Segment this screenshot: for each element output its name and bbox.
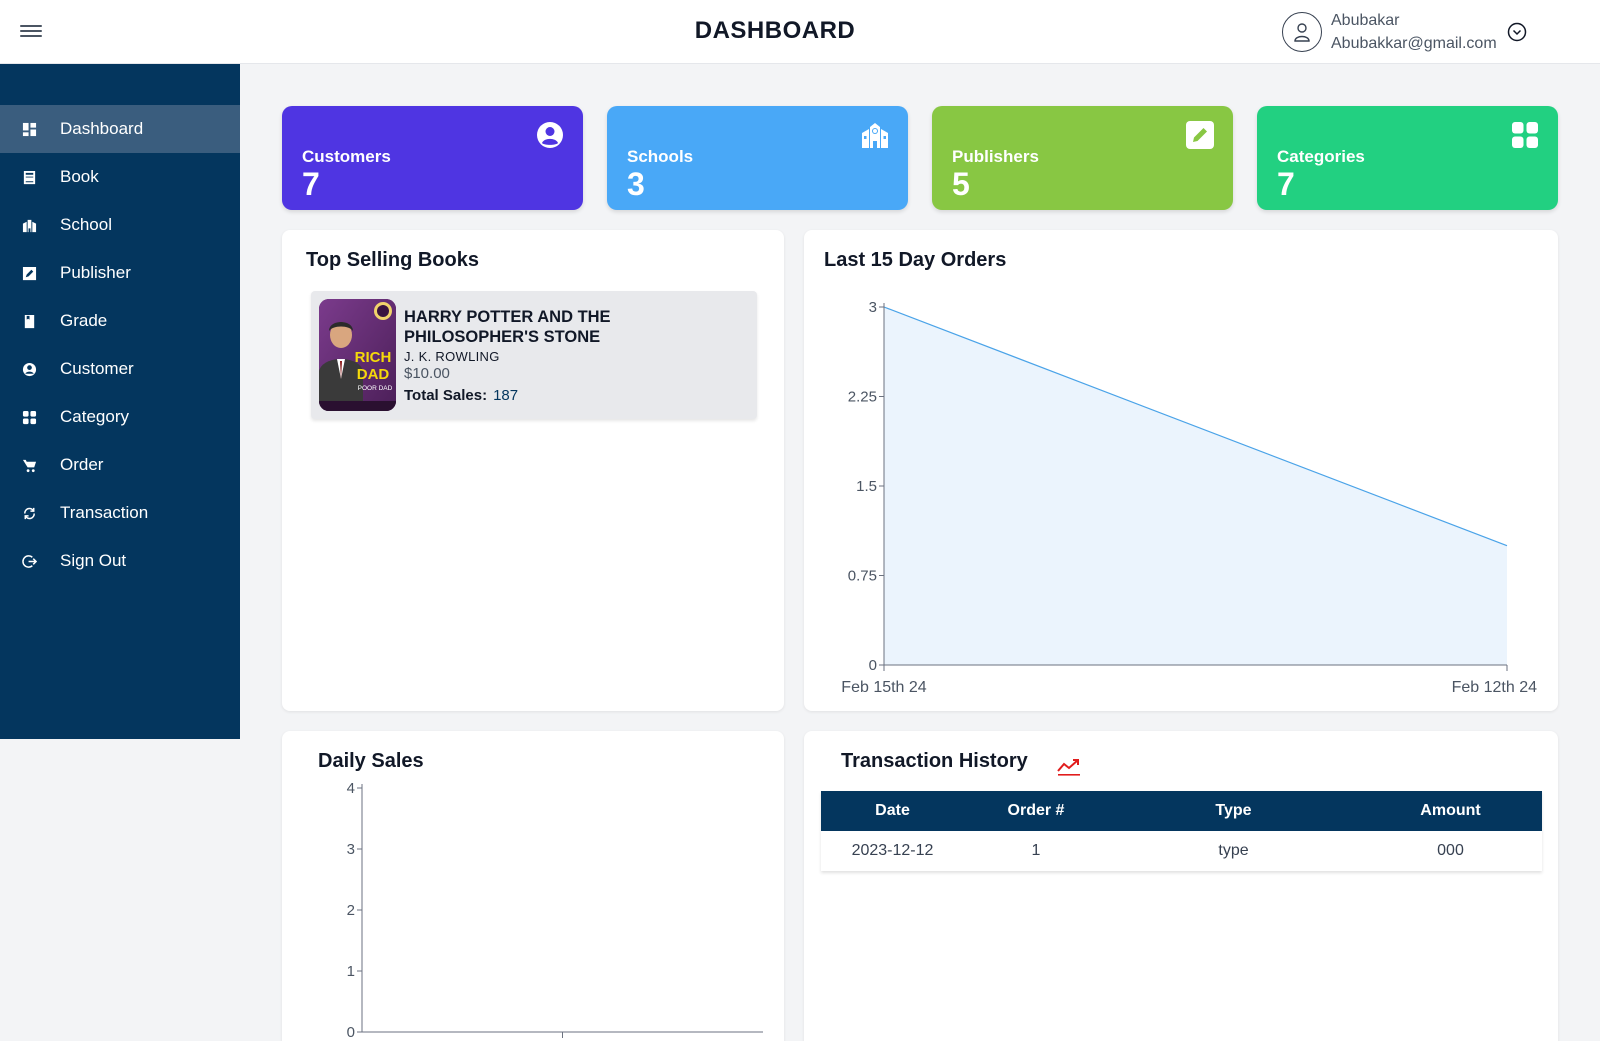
sidebar-item-grade[interactable]: Grade bbox=[0, 297, 240, 345]
sidebar-item-label: Category bbox=[60, 407, 129, 426]
sidebar-item-label: Book bbox=[60, 167, 99, 186]
y-tick-label: 3 bbox=[869, 299, 877, 316]
sidebar-item-label: Grade bbox=[60, 311, 108, 330]
dashboard-icon bbox=[21, 121, 37, 137]
book-total-sales: Total Sales: 187 bbox=[404, 387, 518, 404]
sidebar-item-label: Dashboard bbox=[60, 119, 144, 138]
y-tick-label: 1 bbox=[347, 963, 355, 980]
cart-icon bbox=[21, 457, 37, 473]
chevron-down-icon[interactable] bbox=[1507, 22, 1527, 42]
book-price: $10.00 bbox=[404, 365, 450, 382]
column-header-amount[interactable]: Amount bbox=[1359, 791, 1542, 831]
sidebar-item-label: Publisher bbox=[60, 263, 131, 282]
grade-icon bbox=[21, 313, 37, 329]
daily-sales-chart: 0 1 2 3 4 bbox=[347, 780, 763, 1041]
y-tick-label: 3 bbox=[347, 841, 355, 858]
user-name: Abubakar bbox=[1331, 12, 1400, 29]
category-icon bbox=[21, 409, 37, 425]
sidebar-item-publisher[interactable]: Publisher bbox=[0, 249, 240, 297]
sidebar-item-dashboard[interactable]: Dashboard bbox=[0, 105, 240, 153]
stat-label: Publishers bbox=[952, 147, 1039, 166]
stat-label: Customers bbox=[302, 147, 391, 166]
y-tick-label: 2 bbox=[347, 902, 355, 919]
stat-card-customers[interactable]: Customers 7 bbox=[282, 106, 583, 210]
school-icon bbox=[862, 123, 888, 148]
stat-label: Categories bbox=[1277, 147, 1365, 166]
customer-icon bbox=[21, 361, 37, 377]
book-cover-image: RICH DAD POOR DAD bbox=[319, 299, 396, 411]
orders-area-chart: 0 0.75 1.5 2.25 3 Feb 15th 24 Feb 12th 24 bbox=[841, 299, 1538, 696]
book-cover-text-dad: DAD bbox=[357, 366, 390, 383]
book-title: HARRY POTTER AND THE PHILOSOPHER'S STONE bbox=[404, 308, 611, 346]
stat-value: 3 bbox=[627, 166, 645, 202]
sidebar-item-label: Sign Out bbox=[60, 551, 127, 570]
cell-order: 1 bbox=[964, 831, 1108, 871]
publisher-icon bbox=[21, 265, 37, 281]
column-header-order[interactable]: Order # bbox=[964, 791, 1108, 831]
y-tick-label: 0.75 bbox=[848, 568, 877, 585]
total-sales-label: Total Sales: bbox=[404, 387, 488, 404]
top-header: DASHBOARD Abubakar Abubakkar@gmail.com bbox=[0, 0, 1600, 64]
user-circle-icon bbox=[537, 122, 563, 148]
y-tick-label: 0 bbox=[347, 1024, 355, 1041]
sidebar-item-order[interactable]: Order bbox=[0, 441, 240, 489]
sidebar-item-school[interactable]: School bbox=[0, 201, 240, 249]
sidebar-item-label: Customer bbox=[60, 359, 134, 378]
sidebar-item-label: Transaction bbox=[60, 503, 149, 522]
transaction-icon bbox=[21, 505, 37, 521]
y-tick-label: 0 bbox=[869, 657, 877, 674]
cell-amount: 000 bbox=[1359, 831, 1542, 871]
stat-label: Schools bbox=[627, 147, 694, 166]
sidebar-item-sign-out[interactable]: Sign Out bbox=[0, 537, 240, 585]
grid-icon bbox=[1512, 122, 1538, 148]
y-tick-label: 1.5 bbox=[856, 478, 877, 495]
y-tick-label: 4 bbox=[347, 780, 355, 797]
sidebar: Dashboard Book School Publisher Grade Cu… bbox=[0, 64, 240, 739]
stat-card-categories[interactable]: Categories 7 bbox=[1257, 106, 1558, 210]
daily-sales-panel: Daily Sales 01234 bbox=[282, 731, 784, 1041]
stat-card-schools[interactable]: Schools 3 bbox=[607, 106, 908, 210]
table-header-row: Date Order # Type Amount bbox=[821, 791, 1542, 831]
panel-title: Transaction History bbox=[841, 750, 1028, 772]
transaction-table: Date Order # Type Amount 2023-12-12 1 ty… bbox=[821, 791, 1542, 871]
sign-out-icon bbox=[21, 553, 37, 569]
sidebar-item-customer[interactable]: Customer bbox=[0, 345, 240, 393]
avatar-icon[interactable] bbox=[1282, 12, 1322, 52]
cell-type: type bbox=[1108, 831, 1359, 871]
y-tick-label: 2.25 bbox=[848, 389, 877, 406]
user-email: Abubakkar@gmail.com bbox=[1331, 35, 1497, 52]
stat-card-publishers[interactable]: Publishers 5 bbox=[932, 106, 1233, 210]
stat-value: 5 bbox=[952, 166, 970, 202]
x-tick-label: Feb 12th 24 bbox=[1452, 679, 1538, 696]
book-cover-text-rich: RICH bbox=[355, 349, 392, 366]
book-author: J. K. ROWLING bbox=[404, 349, 500, 364]
pencil-box-icon bbox=[1186, 121, 1214, 149]
school-icon bbox=[21, 217, 37, 233]
cell-date: 2023-12-12 bbox=[821, 831, 964, 871]
stat-value: 7 bbox=[302, 166, 320, 202]
sidebar-item-book[interactable]: Book bbox=[0, 153, 240, 201]
book-icon bbox=[21, 169, 37, 185]
book-cover-text-poor-dad: POOR DAD bbox=[358, 385, 393, 392]
column-header-type[interactable]: Type bbox=[1108, 791, 1359, 831]
sidebar-item-transaction[interactable]: Transaction bbox=[0, 489, 240, 537]
sidebar-nav: Dashboard Book School Publisher Grade Cu… bbox=[0, 105, 240, 585]
book-card[interactable]: RICH DAD POOR DAD HARRY POTTER AND THE P… bbox=[311, 291, 757, 419]
area-fill bbox=[884, 307, 1507, 665]
total-sales-value: 187 bbox=[493, 387, 519, 404]
user-menu[interactable]: Abubakar Abubakkar@gmail.com bbox=[1282, 10, 1527, 54]
transaction-history-panel: Transaction History Date Order # Type Am… bbox=[804, 731, 1558, 1041]
trending-up-icon[interactable] bbox=[1057, 757, 1081, 777]
column-header-date[interactable]: Date bbox=[821, 791, 964, 831]
table-row[interactable]: 2023-12-12 1 type 000 bbox=[821, 831, 1542, 871]
stat-value: 7 bbox=[1277, 166, 1295, 202]
orders-chart-panel: Last 15 Day Orders 0 0.75 1.5 2.25 3 Feb 15th… bbox=[804, 230, 1558, 711]
sidebar-item-category[interactable]: Category bbox=[0, 393, 240, 441]
sidebar-item-label: School bbox=[60, 215, 112, 234]
sidebar-item-label: Order bbox=[60, 455, 104, 474]
panel-title: Top Selling Books bbox=[306, 249, 479, 271]
x-tick-label: Feb 15th 24 bbox=[841, 679, 927, 696]
top-selling-panel: Top Selling Books RICH DAD POOR DAD HARR… bbox=[282, 230, 784, 711]
